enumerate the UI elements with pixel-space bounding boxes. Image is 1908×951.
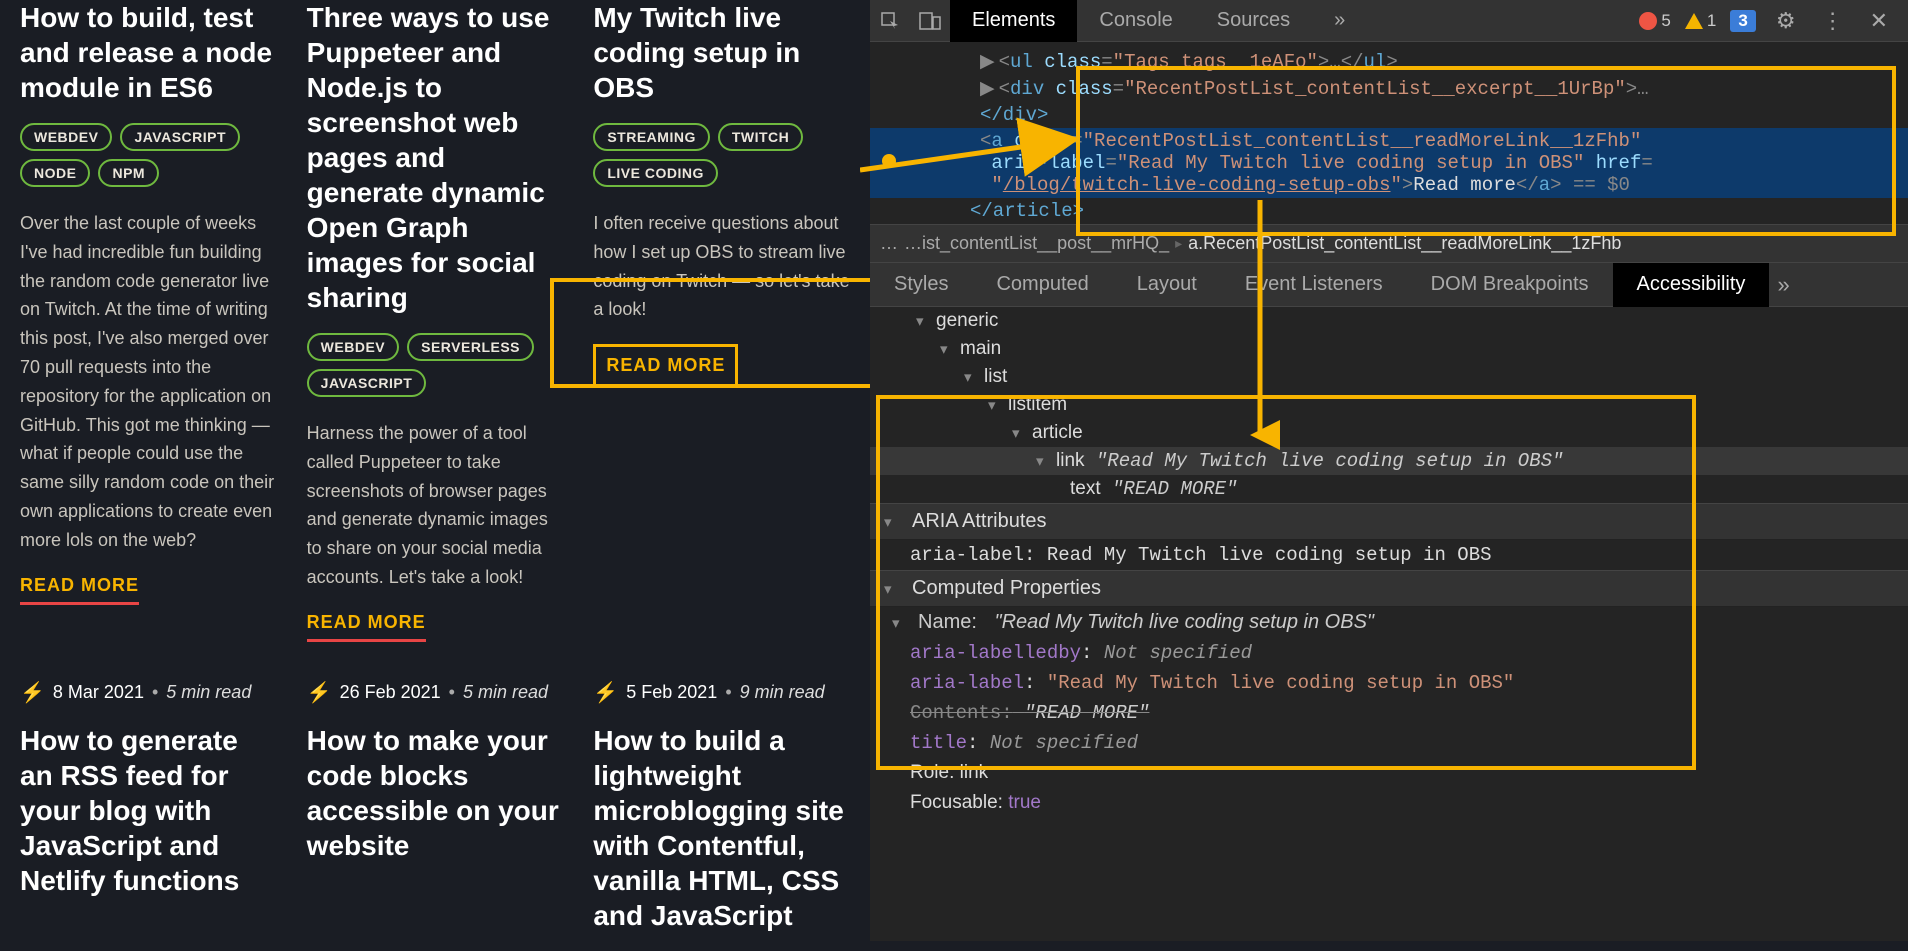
read-more-link[interactable]: READ MORE [593, 344, 738, 387]
bolt-icon: ⚡ [593, 680, 618, 705]
post-date: 8 Mar 2021 [53, 682, 144, 703]
breadcrumb-item[interactable]: …ist_contentList__post__mrHQ_ [904, 233, 1169, 254]
subtab-styles[interactable]: Styles [870, 263, 972, 307]
post-card: ⚡ 26 Feb 2021 • 5 min read How to make y… [307, 642, 564, 951]
post-title[interactable]: How to generate an RSS feed for your blo… [20, 723, 277, 898]
tab-more[interactable]: » [1312, 0, 1367, 42]
accessibility-pane: ▾generic ▾main ▾list ▾listitem ▾article … [870, 307, 1908, 941]
tag[interactable]: STREAMING [593, 123, 710, 151]
tab-elements[interactable]: Elements [950, 0, 1077, 42]
tag[interactable]: WEBDEV [307, 333, 399, 361]
aria-attribute-row: aria-label: Read My Twitch live coding s… [870, 540, 1908, 570]
kebab-icon[interactable]: ⋮ [1816, 8, 1850, 34]
dom-node[interactable]: ▶<ul class="Tags_tags__1eAFo">…</ul> [870, 48, 1908, 75]
post-card: How to build, test and release a node mo… [20, 0, 277, 642]
post-card: My Twitch live coding setup in OBS STREA… [593, 0, 850, 642]
warning-badge[interactable]: 1 [1685, 11, 1716, 31]
bolt-icon: ⚡ [20, 680, 45, 705]
computed-prop-row: Focusable: true [870, 788, 1908, 818]
blog-panel: How to build, test and release a node mo… [0, 0, 870, 941]
gear-icon[interactable]: ⚙ [1770, 8, 1802, 34]
a11y-tree-node[interactable]: ▾main [870, 335, 1908, 363]
post-card: ⚡ 8 Mar 2021 • 5 min read How to generat… [20, 642, 277, 951]
breadcrumb-overflow[interactable]: … [880, 233, 898, 254]
subtab-dom-breakpoints[interactable]: DOM Breakpoints [1407, 263, 1613, 307]
subtab-accessibility[interactable]: Accessibility [1613, 263, 1770, 307]
computed-prop-row: aria-label: "Read My Twitch live coding … [870, 668, 1908, 698]
post-tags: WEBDEV JAVASCRIPT NODE NPM [20, 123, 277, 187]
post-title[interactable]: How to build a lightweight microblogging… [593, 723, 850, 933]
computed-prop-row: title: Not specified [870, 728, 1908, 758]
error-badge[interactable]: 5 [1639, 11, 1670, 31]
separator-dot: • [152, 682, 158, 703]
dom-node[interactable]: ▶<div class="RecentPostList_contentList_… [870, 75, 1908, 102]
info-badge[interactable]: 3 [1730, 10, 1755, 32]
computed-prop-row: aria-labelledby: Not specified [870, 638, 1908, 668]
a11y-tree-node[interactable]: ▾listitem [870, 391, 1908, 419]
computed-prop-row: Role: link [870, 758, 1908, 788]
chevron-right-icon: ▸ [1175, 235, 1182, 252]
separator-dot: • [449, 682, 455, 703]
section-aria-attributes[interactable]: ▾ARIA Attributes [870, 503, 1908, 540]
post-date: 5 Feb 2021 [626, 682, 717, 703]
subtab-event-listeners[interactable]: Event Listeners [1221, 263, 1407, 307]
tag[interactable]: SERVERLESS [407, 333, 534, 361]
tag[interactable]: TWITCH [718, 123, 803, 151]
device-toggle-icon[interactable] [910, 0, 950, 42]
breadcrumb-item[interactable]: a.RecentPostList_contentList__readMoreLi… [1188, 233, 1621, 254]
section-computed-properties[interactable]: ▾Computed Properties [870, 570, 1908, 607]
dom-node[interactable]: </article> [870, 198, 1908, 224]
read-time: 5 min read [463, 682, 548, 703]
tag[interactable]: NPM [98, 159, 159, 187]
a11y-tree-node[interactable]: ▾generic [870, 307, 1908, 335]
post-tags: WEBDEV SERVERLESS JAVASCRIPT [307, 333, 564, 397]
dom-node-selected[interactable]: <a class="RecentPostList_contentList__re… [870, 128, 1908, 198]
read-more-link[interactable]: READ MORE [307, 612, 426, 642]
post-tags: STREAMING TWITCH LIVE CODING [593, 123, 850, 187]
read-time: 5 min read [166, 682, 251, 703]
tag[interactable]: WEBDEV [20, 123, 112, 151]
tag[interactable]: JAVASCRIPT [307, 369, 427, 397]
post-title[interactable]: My Twitch live coding setup in OBS [593, 0, 850, 105]
dom-tree[interactable]: ▶<ul class="Tags_tags__1eAFo">…</ul> ▶<d… [870, 42, 1908, 224]
tag[interactable]: JAVASCRIPT [120, 123, 240, 151]
tab-console[interactable]: Console [1077, 0, 1194, 42]
dom-breadcrumb[interactable]: … …ist_contentList__post__mrHQ_ ▸ a.Rece… [870, 224, 1908, 263]
post-card: ⚡ 5 Feb 2021 • 9 min read How to build a… [593, 642, 850, 951]
a11y-tree-node[interactable]: ▾article [870, 419, 1908, 447]
tag[interactable]: NODE [20, 159, 90, 187]
post-meta: ⚡ 26 Feb 2021 • 5 min read [307, 680, 564, 705]
breakpoint-dot[interactable] [882, 154, 896, 168]
tag[interactable]: LIVE CODING [593, 159, 718, 187]
post-meta: ⚡ 5 Feb 2021 • 9 min read [593, 680, 850, 705]
post-title[interactable]: How to make your code blocks accessible … [307, 723, 564, 863]
a11y-tree-node[interactable]: text "READ MORE" [870, 475, 1908, 503]
a11y-tree-node-selected[interactable]: ▾link "Read My Twitch live coding setup … [870, 447, 1908, 475]
devtools-panel: Elements Console Sources » 5 1 3 ⚙ ⋮ ✕ ▶… [870, 0, 1908, 941]
dom-node[interactable]: </div> [870, 102, 1908, 128]
subtab-more[interactable]: » [1777, 272, 1789, 298]
tab-sources[interactable]: Sources [1195, 0, 1312, 42]
read-more-link[interactable]: READ MORE [20, 575, 139, 605]
devtools-subtabs: Styles Computed Layout Event Listeners D… [870, 263, 1908, 307]
post-card: Three ways to use Puppeteer and Node.js … [307, 0, 564, 642]
post-meta: ⚡ 8 Mar 2021 • 5 min read [20, 680, 277, 705]
read-time: 9 min read [740, 682, 825, 703]
separator-dot: • [725, 682, 731, 703]
post-date: 26 Feb 2021 [340, 682, 441, 703]
a11y-tree-node[interactable]: ▾list [870, 363, 1908, 391]
devtools-toolbar: Elements Console Sources » 5 1 3 ⚙ ⋮ ✕ [870, 0, 1908, 42]
inspect-icon[interactable] [870, 0, 910, 42]
subtab-computed[interactable]: Computed [972, 263, 1112, 307]
post-excerpt: Over the last couple of weeks I've had i… [20, 209, 277, 555]
computed-name-row: ▾Name: "Read My Twitch live coding setup… [870, 607, 1908, 638]
post-excerpt: I often receive questions about how I se… [593, 209, 850, 324]
post-title[interactable]: How to build, test and release a node mo… [20, 0, 277, 105]
post-title[interactable]: Three ways to use Puppeteer and Node.js … [307, 0, 564, 315]
close-icon[interactable]: ✕ [1864, 8, 1894, 34]
post-excerpt: Harness the power of a tool called Puppe… [307, 419, 564, 592]
computed-prop-row: Contents: "READ MORE" [870, 698, 1908, 728]
subtab-layout[interactable]: Layout [1113, 263, 1221, 307]
bolt-icon: ⚡ [307, 680, 332, 705]
